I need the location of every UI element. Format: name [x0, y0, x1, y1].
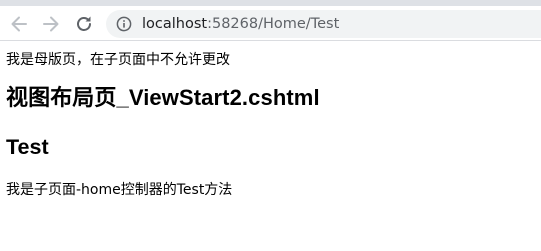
info-icon[interactable] [116, 16, 132, 32]
url-text[interactable]: localhost:58268/Home/Test [142, 10, 339, 38]
reload-button[interactable] [73, 13, 95, 35]
view-heading: Test [6, 135, 49, 159]
address-bar[interactable]: localhost:58268/Home/Test [106, 10, 541, 38]
arrow-left-icon [11, 16, 27, 32]
forward-button[interactable] [40, 13, 62, 35]
view-body-text: 我是子页面-home控制器的Test方法 [6, 182, 233, 198]
layout-note-text: 我是母版页，在子页面中不允许更改 [6, 52, 230, 68]
page-content: 我是母版页，在子页面中不允许更改 视图布局页_ViewStart2.cshtml… [0, 51, 541, 199]
arrow-right-icon [43, 16, 59, 32]
browser-toolbar: localhost:58268/Home/Test [0, 6, 541, 41]
reload-icon [77, 16, 91, 31]
back-button[interactable] [8, 13, 30, 35]
url-host: localhost [142, 16, 208, 32]
layout-heading: 视图布局页_ViewStart2.cshtml [6, 85, 320, 110]
url-path: :58268/Home/Test [207, 16, 340, 32]
